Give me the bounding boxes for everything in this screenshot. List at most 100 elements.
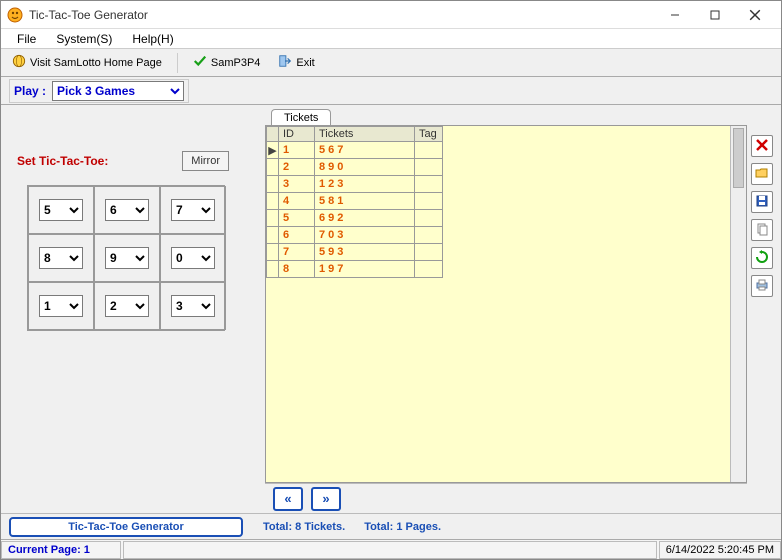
copy-button[interactable]: [751, 219, 773, 241]
cell-select-5[interactable]: 0: [171, 247, 215, 269]
refresh-icon: [755, 250, 769, 267]
total-pages-label: Total: 1 Pages.: [364, 521, 441, 533]
table-row[interactable]: ▶1567: [267, 142, 443, 159]
play-game-select[interactable]: Pick 3 Games: [52, 81, 184, 101]
right-panel: Tickets ID Tickets Tag ▶1567289031234581…: [265, 105, 781, 513]
menubar: File System(S) Help(H): [1, 29, 781, 49]
row-marker: [267, 261, 279, 278]
save-icon: [755, 194, 769, 211]
row-marker: [267, 227, 279, 244]
close-button[interactable]: [735, 1, 775, 29]
col-tag[interactable]: Tag: [415, 127, 443, 142]
menu-system[interactable]: System(S): [46, 30, 122, 48]
cell-tickets: 890: [315, 159, 415, 176]
totals: Total: 8 Tickets. Total: 1 Pages.: [263, 521, 441, 533]
globe-icon: [12, 54, 26, 71]
cell-tickets: 123: [315, 176, 415, 193]
cell-tag: [415, 193, 443, 210]
cell-select-7[interactable]: 2: [105, 295, 149, 317]
cell-tag: [415, 244, 443, 261]
delete-icon: [755, 138, 769, 155]
col-id[interactable]: ID: [279, 127, 315, 142]
cell-tickets: 703: [315, 227, 415, 244]
menu-help[interactable]: Help(H): [122, 30, 183, 48]
side-icon-column: [747, 105, 775, 513]
bottom-bar: Tic-Tac-Toe Generator Total: 8 Tickets. …: [1, 513, 781, 539]
table-row[interactable]: 7593: [267, 244, 443, 261]
cell-select-3[interactable]: 8: [39, 247, 83, 269]
titlebar: Tic-Tac-Toe Generator: [1, 1, 781, 29]
window-title: Tic-Tac-Toe Generator: [29, 8, 148, 22]
exit-label: Exit: [296, 57, 314, 69]
cell-id: 3: [279, 176, 315, 193]
generator-button[interactable]: Tic-Tac-Toe Generator: [9, 517, 243, 537]
tickets-table: ID Tickets Tag ▶156728903123458156926703…: [266, 126, 443, 278]
cell-select-1[interactable]: 6: [105, 199, 149, 221]
table-row[interactable]: 2890: [267, 159, 443, 176]
cell-select-4[interactable]: 9: [105, 247, 149, 269]
save-button[interactable]: [751, 191, 773, 213]
cell-tickets: 197: [315, 261, 415, 278]
scrollbar-thumb[interactable]: [733, 128, 744, 188]
cell-tag: [415, 176, 443, 193]
vertical-scrollbar[interactable]: [730, 126, 746, 482]
play-row: Play : Pick 3 Games: [1, 77, 781, 105]
row-marker: [267, 193, 279, 210]
row-marker: [267, 244, 279, 261]
mirror-button[interactable]: Mirror: [182, 151, 229, 171]
tickets-table-wrap: ID Tickets Tag ▶156728903123458156926703…: [265, 125, 747, 483]
cell-id: 8: [279, 261, 315, 278]
menu-file[interactable]: File: [7, 30, 46, 48]
print-button[interactable]: [751, 275, 773, 297]
cell-select-0[interactable]: 5: [39, 199, 83, 221]
table-row[interactable]: 3123: [267, 176, 443, 193]
check-icon: [193, 54, 207, 71]
status-current-page: Current Page: 1: [1, 541, 121, 559]
row-marker: [267, 159, 279, 176]
page-prev-button[interactable]: «: [273, 487, 303, 511]
minimize-button[interactable]: [655, 1, 695, 29]
maximize-button[interactable]: [695, 1, 735, 29]
cell-id: 4: [279, 193, 315, 210]
samp3p4-button[interactable]: SamP3P4: [186, 52, 268, 74]
row-marker: ▶: [267, 142, 279, 159]
col-tickets[interactable]: Tickets: [315, 127, 415, 142]
cell-select-6[interactable]: 1: [39, 295, 83, 317]
cell-tag: [415, 142, 443, 159]
cell-id: 1: [279, 142, 315, 159]
toolbar-separator: [177, 53, 178, 73]
cell-tag: [415, 261, 443, 278]
cell-tickets: 692: [315, 210, 415, 227]
play-label: Play :: [14, 84, 46, 98]
tab-tickets[interactable]: Tickets: [271, 109, 331, 126]
visit-home-label: Visit SamLotto Home Page: [30, 57, 162, 69]
copy-icon: [755, 222, 769, 239]
table-row[interactable]: 5692: [267, 210, 443, 227]
page-next-button[interactable]: »: [311, 487, 341, 511]
cell-tickets: 593: [315, 244, 415, 261]
exit-icon: [278, 54, 292, 71]
delete-button[interactable]: [751, 135, 773, 157]
toolbar: Visit SamLotto Home Page SamP3P4 Exit: [1, 49, 781, 77]
table-row[interactable]: 6703: [267, 227, 443, 244]
row-marker: [267, 176, 279, 193]
cell-select-2[interactable]: 7: [171, 199, 215, 221]
cell-tag: [415, 227, 443, 244]
app-icon: [7, 7, 23, 23]
cell-id: 2: [279, 159, 315, 176]
tictactoe-board: 5 6 7 8 9 0 1 2 3: [27, 185, 225, 331]
cell-tag: [415, 210, 443, 227]
row-marker: [267, 210, 279, 227]
cell-id: 7: [279, 244, 315, 261]
refresh-button[interactable]: [751, 247, 773, 269]
cell-tag: [415, 159, 443, 176]
exit-button[interactable]: Exit: [271, 52, 321, 74]
open-folder-icon: [755, 166, 769, 183]
visit-home-button[interactable]: Visit SamLotto Home Page: [5, 52, 169, 74]
table-row[interactable]: 4581: [267, 193, 443, 210]
table-row[interactable]: 8197: [267, 261, 443, 278]
total-tickets-label: Total: 8 Tickets.: [263, 521, 345, 533]
cell-select-8[interactable]: 3: [171, 295, 215, 317]
open-button[interactable]: [751, 163, 773, 185]
cell-id: 5: [279, 210, 315, 227]
